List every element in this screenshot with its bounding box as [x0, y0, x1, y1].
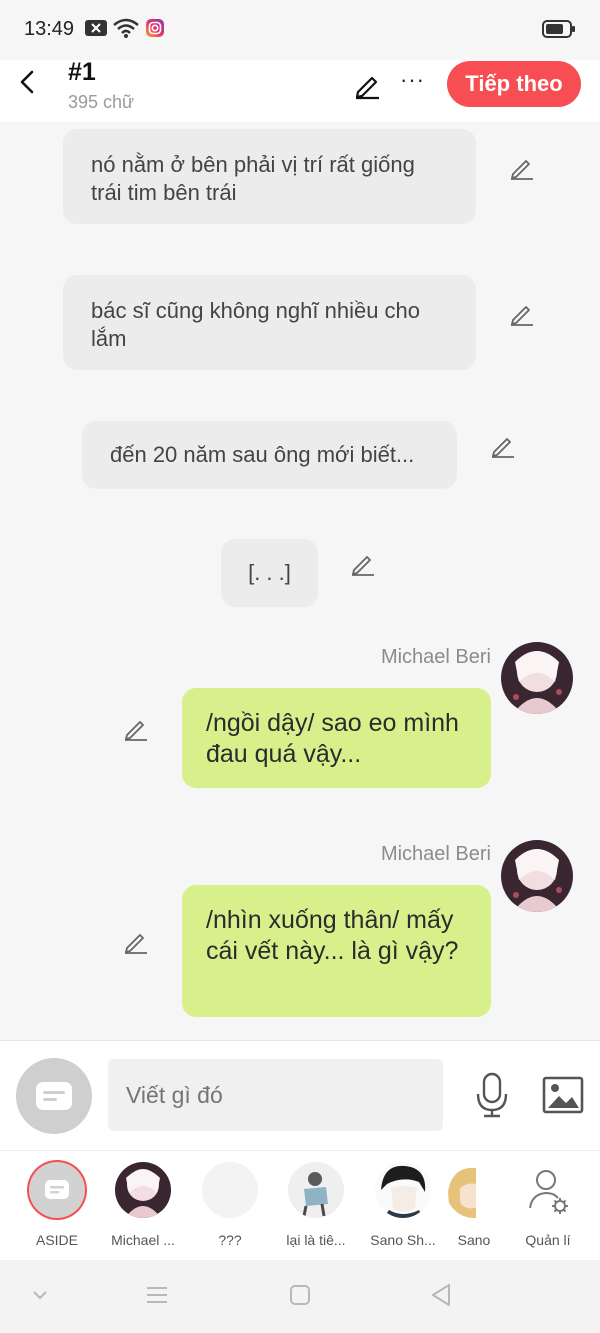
- edit-title-pencil-icon[interactable]: [352, 70, 382, 100]
- character-label: Sano Sh...: [370, 1232, 436, 1248]
- character-label: Quản lí: [525, 1232, 571, 1248]
- wifi-icon: [113, 18, 139, 38]
- aside-toggle-button[interactable]: [16, 1058, 92, 1134]
- character-label: ASIDE: [35, 1232, 78, 1248]
- message-text: /nhìn xuống thân/ mấy cái vết này... là …: [206, 906, 459, 965]
- character-label: Michael ...: [111, 1232, 175, 1248]
- message-bubble[interactable]: /nhìn xuống thân/ mấy cái vết này... là …: [182, 885, 491, 1017]
- battery-icon: [542, 20, 576, 38]
- character-4[interactable]: lại là tiê...: [278, 1162, 354, 1248]
- notification-icon: [84, 18, 108, 38]
- avatar[interactable]: [501, 642, 573, 714]
- back-icon[interactable]: [14, 68, 42, 96]
- message-input[interactable]: [108, 1059, 443, 1131]
- avatar: [375, 1162, 431, 1218]
- character-label: Sano: [457, 1232, 491, 1248]
- avatar: [202, 1162, 258, 1218]
- character-label: ???: [218, 1232, 242, 1248]
- narration-bubble[interactable]: nó nằm ở bên phải vị trí rất giống trái …: [63, 129, 476, 224]
- sender-name: Michael Beri: [380, 843, 491, 865]
- avatar: [446, 1162, 502, 1218]
- avatar: [288, 1162, 344, 1218]
- narration-bubble[interactable]: bác sĩ cũng không nghĩ nhiều cho lắm: [63, 275, 476, 370]
- avatar: [115, 1162, 171, 1218]
- pencil-icon[interactable]: [349, 550, 377, 578]
- sender-name: Michael Beri: [380, 646, 491, 668]
- instagram-icon: [145, 18, 169, 38]
- back-nav-icon[interactable]: [429, 1282, 455, 1308]
- narration-text: nó nằm ở bên phải vị trí rất giống trái …: [91, 152, 415, 205]
- next-button[interactable]: Tiếp theo: [447, 61, 581, 107]
- aside-icon: [29, 1162, 85, 1218]
- pencil-icon[interactable]: [122, 928, 150, 956]
- character-michael[interactable]: Michael ...: [105, 1162, 181, 1248]
- manage-characters-button[interactable]: Quản lí: [510, 1162, 586, 1248]
- microphone-icon[interactable]: [474, 1072, 510, 1118]
- status-time: 13:49: [24, 18, 75, 40]
- character-label: lại là tiê...: [286, 1232, 346, 1248]
- word-count: 395 chữ: [68, 92, 135, 112]
- character-6[interactable]: Sano: [436, 1162, 512, 1248]
- pencil-icon[interactable]: [508, 300, 536, 328]
- menu-icon[interactable]: [144, 1282, 170, 1308]
- narration-bubble[interactable]: [. . .]: [221, 539, 318, 607]
- manage-characters-icon: [520, 1162, 576, 1218]
- avatar[interactable]: [501, 840, 573, 912]
- narration-text: [. . .]: [248, 560, 291, 585]
- pencil-icon[interactable]: [508, 154, 536, 182]
- pencil-icon[interactable]: [122, 715, 150, 743]
- pencil-icon[interactable]: [489, 432, 517, 460]
- message-bubble[interactable]: /ngồi dậy/ sao eo mình đau quá vậy...: [182, 688, 491, 788]
- message-text: /ngồi dậy/ sao eo mình đau quá vậy...: [206, 709, 459, 768]
- chevron-down-icon[interactable]: [27, 1282, 53, 1308]
- image-icon[interactable]: [542, 1076, 584, 1114]
- episode-title: #1: [68, 58, 96, 86]
- narration-bubble[interactable]: đến 20 năm sau ông mới biết...: [82, 421, 457, 489]
- narration-text: bác sĩ cũng không nghĩ nhiều cho lắm: [91, 298, 421, 351]
- home-icon[interactable]: [287, 1282, 313, 1308]
- character-5[interactable]: Sano Sh...: [365, 1162, 441, 1248]
- character-unknown[interactable]: ???: [192, 1162, 268, 1248]
- narration-text: đến 20 năm sau ông mới biết...: [110, 442, 415, 467]
- character-aside[interactable]: ASIDE: [19, 1162, 95, 1248]
- more-icon[interactable]: ···: [400, 67, 428, 97]
